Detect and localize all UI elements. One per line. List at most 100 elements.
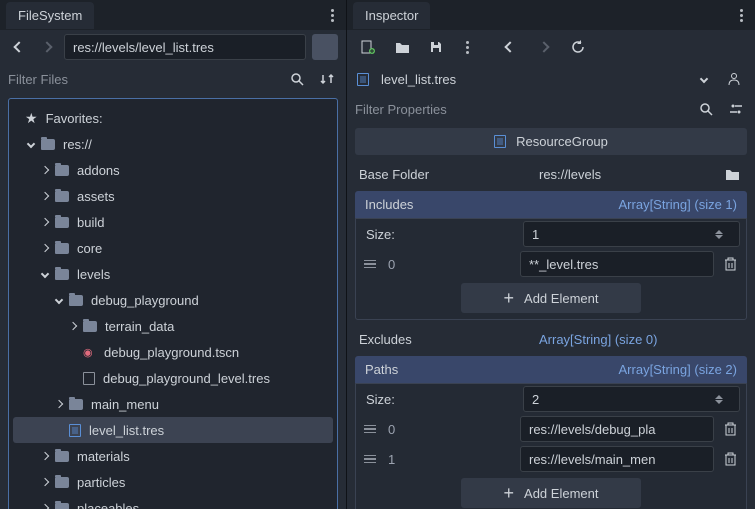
includes-add-button[interactable]: + Add Element: [461, 283, 641, 313]
drag-handle-icon[interactable]: [362, 455, 378, 464]
folder-icon: [41, 139, 55, 150]
inspector-tab[interactable]: Inspector: [353, 2, 430, 29]
path-mode-button[interactable]: [312, 34, 338, 60]
resource-name[interactable]: level_list.tres: [381, 72, 685, 87]
filesystem-menu-icon[interactable]: [324, 7, 340, 23]
load-resource-icon[interactable]: [391, 36, 413, 58]
base-folder-value[interactable]: res://levels: [539, 167, 721, 182]
resource-file-icon: [69, 424, 81, 437]
favorites-section[interactable]: ★ Favorites:: [9, 105, 337, 131]
includes-item-0-input[interactable]: [520, 251, 714, 277]
folder-icon: [55, 217, 69, 228]
includes-item-0: 0: [356, 249, 746, 279]
folder-particles[interactable]: particles: [9, 469, 337, 495]
new-resource-icon[interactable]: [357, 36, 379, 58]
filesystem-toolbar: [0, 30, 346, 64]
base-folder-label: Base Folder: [359, 167, 539, 182]
filesystem-tab[interactable]: FileSystem: [6, 2, 94, 29]
includes-header[interactable]: Includes Array[String] (size 1): [355, 191, 747, 218]
folder-icon: [55, 243, 69, 254]
resource-file-icon: [83, 372, 95, 385]
includes-size-input[interactable]: [523, 221, 740, 247]
history-back-button[interactable]: [499, 36, 521, 58]
filter-files-input[interactable]: [8, 68, 278, 91]
folder-icon: [55, 451, 69, 462]
plus-icon: +: [504, 288, 515, 309]
item-index: 0: [384, 257, 514, 272]
filesystem-filter-row: [0, 64, 346, 94]
filter-properties-input[interactable]: [355, 98, 687, 121]
folder-placeables[interactable]: placeables: [9, 495, 337, 509]
drag-handle-icon[interactable]: [362, 260, 378, 269]
base-folder-row: Base Folder res://levels: [351, 159, 751, 189]
search-icon[interactable]: [286, 68, 308, 90]
folder-core[interactable]: core: [9, 235, 337, 261]
paths-item-1-input[interactable]: [520, 446, 714, 472]
resource-dropdown[interactable]: [693, 68, 715, 90]
stepper-icon[interactable]: [710, 395, 728, 404]
folder-levels[interactable]: levels: [9, 261, 337, 287]
forward-button[interactable]: [36, 36, 58, 58]
extra-menu-icon[interactable]: [459, 39, 475, 55]
folder-addons[interactable]: addons: [9, 157, 337, 183]
paths-size-row: Size:: [356, 384, 746, 414]
plus-icon: +: [504, 483, 515, 504]
folder-assets[interactable]: assets: [9, 183, 337, 209]
drag-handle-icon[interactable]: [362, 425, 378, 434]
search-icon[interactable]: [695, 98, 717, 120]
history-forward-button[interactable]: [533, 36, 555, 58]
includes-group: Size: 0 + Add Element: [355, 218, 747, 320]
manage-object-icon[interactable]: [723, 68, 745, 90]
filesystem-tree: ★ Favorites: res:// addons assets: [0, 94, 346, 509]
includes-type: Array[String] (size 1): [619, 197, 737, 212]
delete-icon[interactable]: [720, 257, 740, 271]
save-resource-icon[interactable]: [425, 36, 447, 58]
inspector-panel: Inspector level_list.tres: [347, 0, 755, 509]
folder-materials[interactable]: materials: [9, 443, 337, 469]
inspector-tab-bar: Inspector: [347, 0, 755, 30]
folder-icon: [55, 503, 69, 509]
folder-icon: [55, 191, 69, 202]
folder-terrain-data[interactable]: terrain_data: [9, 313, 337, 339]
inspector-filter-row: [347, 94, 755, 124]
folder-icon: [55, 269, 69, 280]
file-debug-playground-level[interactable]: debug_playground_level.tres: [9, 365, 337, 391]
folder-main-menu[interactable]: main_menu: [9, 391, 337, 417]
folder-icon: [69, 399, 83, 410]
paths-type: Array[String] (size 2): [619, 362, 737, 377]
delete-icon[interactable]: [720, 422, 740, 436]
stepper-icon[interactable]: [710, 230, 728, 239]
paths-item-0-input[interactable]: [520, 416, 714, 442]
folder-root[interactable]: res://: [9, 131, 337, 157]
paths-add-button[interactable]: + Add Element: [461, 478, 641, 508]
file-debug-playground-tscn[interactable]: ◉ debug_playground.tscn: [9, 339, 337, 365]
delete-icon[interactable]: [720, 452, 740, 466]
folder-build[interactable]: build: [9, 209, 337, 235]
inspector-properties: ResourceGroup Base Folder res://levels I…: [347, 124, 755, 509]
paths-header[interactable]: Paths Array[String] (size 2): [355, 356, 747, 383]
star-icon: ★: [25, 110, 38, 127]
sort-icon[interactable]: [316, 68, 338, 90]
inspector-menu-icon[interactable]: [733, 7, 749, 23]
history-reload-icon[interactable]: [567, 36, 589, 58]
settings-icon[interactable]: [725, 98, 747, 120]
item-index: 1: [384, 452, 514, 467]
includes-size-row: Size:: [356, 219, 746, 249]
resource-selector-row: level_list.tres: [347, 64, 755, 94]
paths-item-1: 1: [356, 444, 746, 474]
folder-browse-icon[interactable]: [721, 163, 743, 185]
back-button[interactable]: [8, 36, 30, 58]
class-header[interactable]: ResourceGroup: [355, 128, 747, 155]
class-icon: [494, 135, 506, 148]
inspector-toolbar: [347, 30, 755, 64]
folder-icon: [69, 295, 83, 306]
resource-icon: [357, 73, 369, 86]
paths-size-input[interactable]: [523, 386, 740, 412]
file-level-list[interactable]: level_list.tres: [13, 417, 333, 443]
filesystem-tab-bar: FileSystem: [0, 0, 346, 30]
folder-debug-playground[interactable]: debug_playground: [9, 287, 337, 313]
scene-icon: ◉: [83, 346, 96, 359]
path-input[interactable]: [64, 34, 306, 60]
excludes-row[interactable]: Excludes Array[String] (size 0): [351, 324, 751, 354]
item-index: 0: [384, 422, 514, 437]
